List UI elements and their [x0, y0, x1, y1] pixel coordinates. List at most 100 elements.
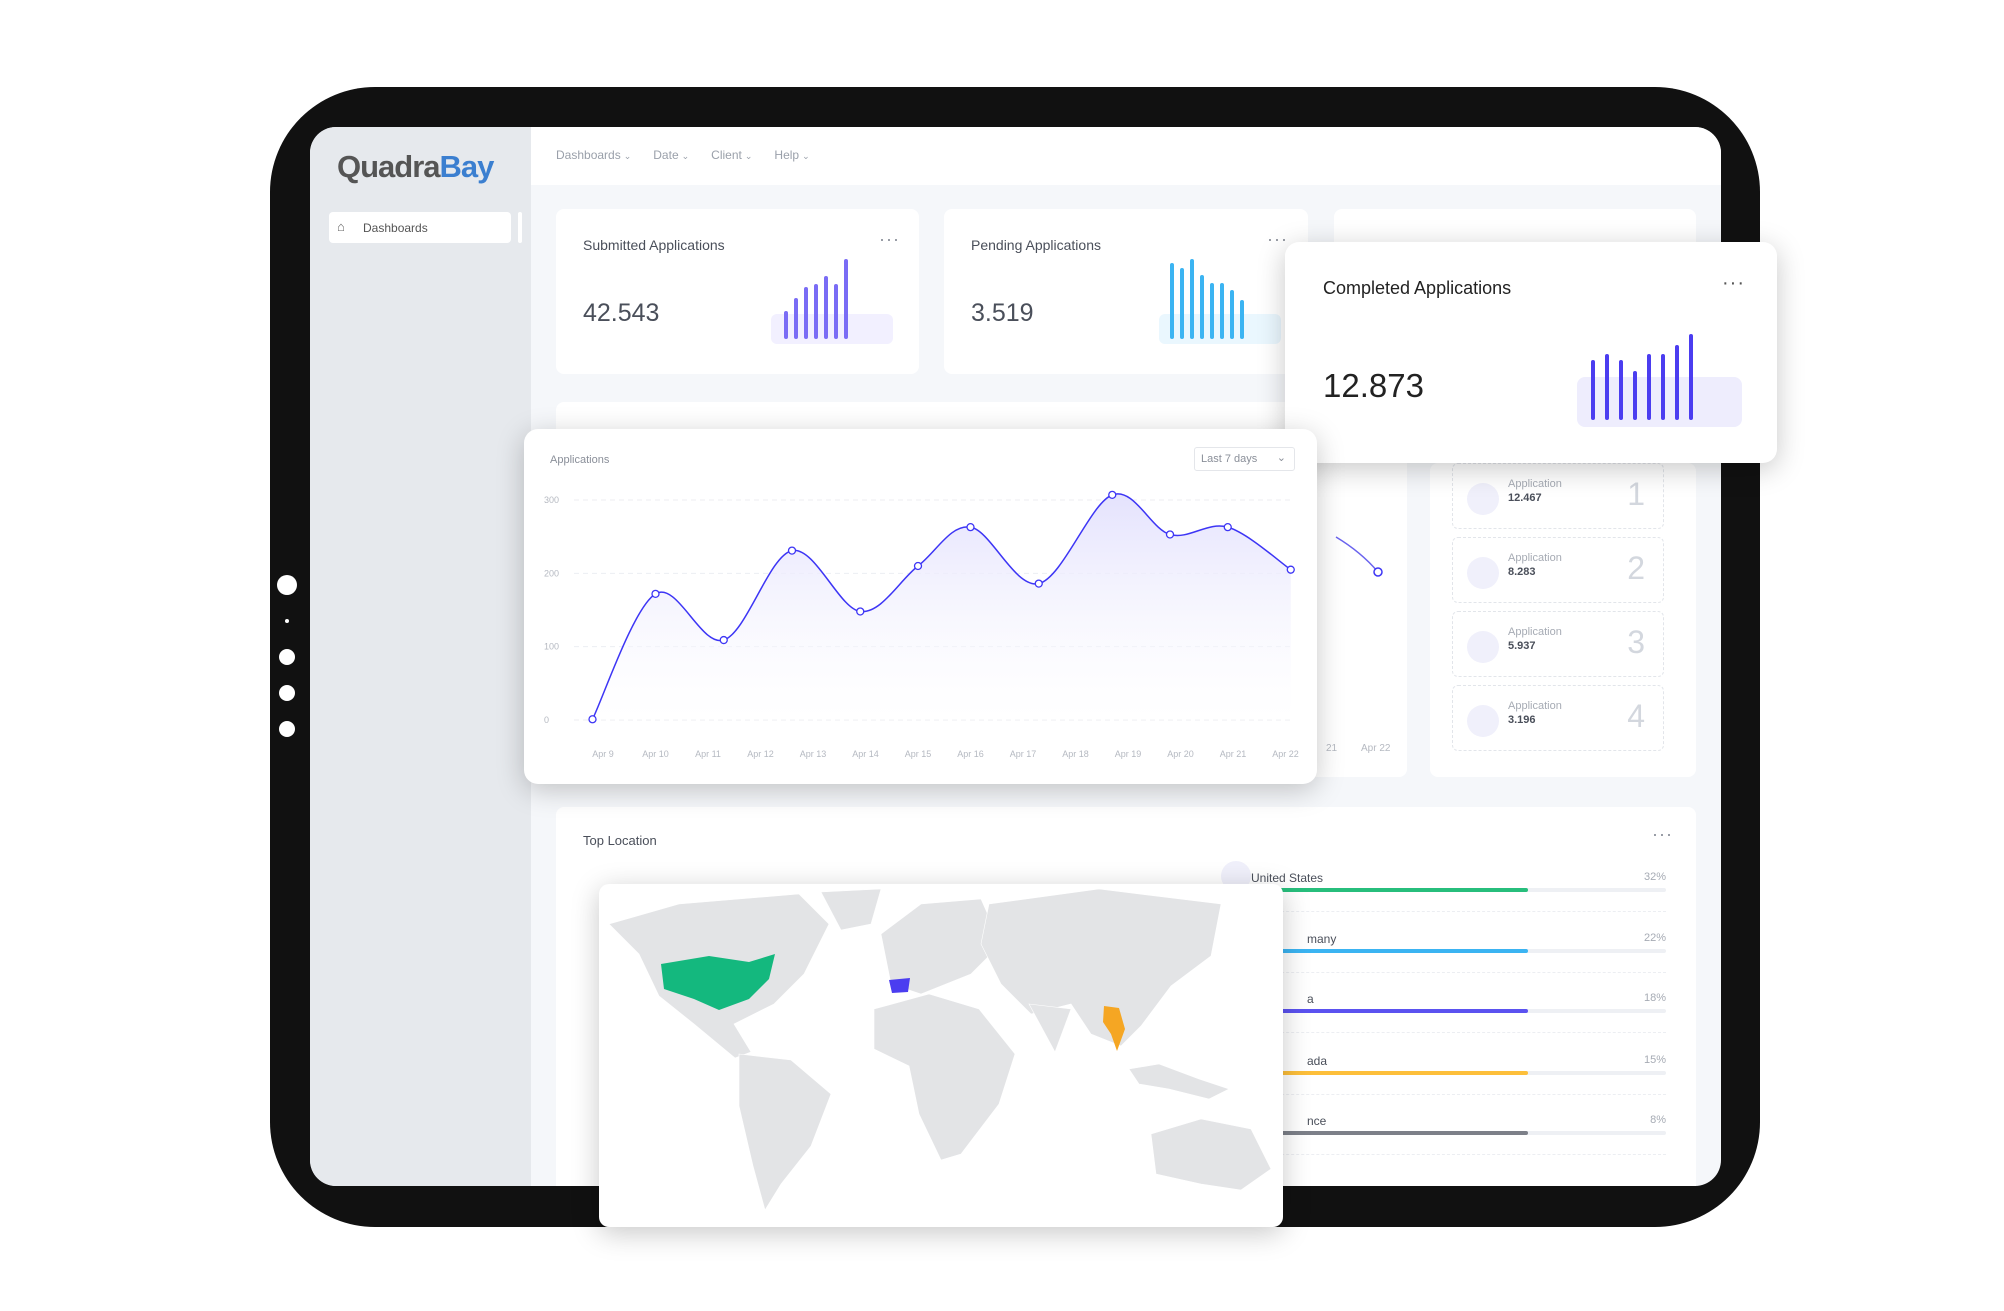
- map-africa: [873, 993, 1016, 1161]
- divider: [1256, 972, 1666, 973]
- sparkline-bar: [1689, 334, 1693, 420]
- logo[interactable]: QuadraBay: [337, 149, 494, 185]
- carousel-dot[interactable]: [279, 685, 295, 701]
- carousel-dot[interactable]: [279, 721, 295, 737]
- chevron-down-icon: ⌄: [623, 151, 632, 161]
- sparkline-bar: [844, 259, 848, 339]
- sparkline-bar: [1605, 354, 1609, 420]
- stat-value: 12.873: [1323, 367, 1424, 404]
- stat-card-pending: Pending Applications ··· 3.519: [944, 209, 1308, 374]
- sparkline-bars: [1591, 334, 1693, 420]
- sparkline-bar: [1240, 300, 1244, 339]
- item-rank: 2: [1627, 550, 1645, 586]
- y-tick-label: 100: [544, 642, 559, 652]
- carousel-dot[interactable]: [279, 649, 295, 665]
- nav-label: Client: [711, 148, 742, 162]
- x-tick-label: Apr 21: [1220, 749, 1247, 759]
- nav-label: Help: [774, 148, 800, 162]
- list-item[interactable]: Application 12.467 1: [1452, 463, 1664, 529]
- map-asia: [980, 888, 1222, 1047]
- divider: [1256, 1154, 1666, 1155]
- stat-card-submitted: Submitted Applications ··· 42.543: [556, 209, 919, 374]
- item-label: Application: [1508, 700, 1562, 712]
- sidebar-item-label: Dashboards: [363, 221, 428, 235]
- more-icon[interactable]: ···: [1652, 824, 1673, 845]
- carousel-dot-small: [285, 619, 289, 623]
- area-fill: [592, 493, 1291, 720]
- panel-title: Top Location: [583, 833, 657, 848]
- y-tick-label: 200: [544, 568, 559, 578]
- x-tick-label: Apr 19: [1115, 749, 1142, 759]
- sidebar-item-dashboards[interactable]: ⌂ Dashboards: [329, 212, 511, 243]
- location-percent: 15%: [1643, 1054, 1666, 1066]
- sparkline-bar: [1220, 283, 1224, 339]
- sparkline-bar: [1647, 354, 1651, 420]
- data-point: [1034, 579, 1043, 588]
- item-value: 3.196: [1508, 714, 1536, 726]
- x-tick-label: 21: [1326, 743, 1338, 754]
- sparkline-bar: [784, 310, 788, 339]
- map-spain: [889, 978, 910, 993]
- avatar: [1467, 557, 1499, 589]
- home-icon: ⌂: [337, 219, 345, 234]
- data-point: [856, 607, 865, 616]
- x-tick-label: Apr 10: [642, 749, 669, 759]
- list-item[interactable]: Application 3.196 4: [1452, 685, 1664, 751]
- item-rank: 3: [1627, 624, 1645, 660]
- sparkline-bar: [1210, 283, 1214, 339]
- sparkline-bar: [804, 286, 808, 339]
- avatar: [1467, 483, 1499, 515]
- carousel-dot[interactable]: [277, 575, 297, 595]
- sparkline-bar: [1230, 290, 1234, 339]
- nav-label: Dashboards: [556, 148, 621, 162]
- more-icon[interactable]: ···: [1267, 229, 1288, 250]
- data-point: [787, 546, 797, 555]
- location-percent: 22%: [1643, 932, 1666, 944]
- x-tick-label: Apr 22: [1272, 749, 1299, 759]
- data-point: [719, 635, 728, 645]
- sparkline-bar: [1170, 263, 1174, 339]
- progress-fill: [1256, 888, 1528, 892]
- x-tick-label: Apr 17: [1010, 749, 1037, 759]
- top-bar: Dashboards⌄ Date⌄ Client⌄ Help⌄ 3 3: [531, 127, 1721, 185]
- data-point: [1165, 530, 1175, 539]
- sparkline-bar: [1619, 360, 1623, 420]
- progress-fill: [1256, 1131, 1528, 1135]
- x-tick-label: Apr 13: [800, 749, 827, 759]
- sparkline-bar: [814, 283, 818, 339]
- applications-chart-card: Applications Last 7 days ⌄ 0 100 200 300 Apr…: [524, 429, 1317, 784]
- more-icon[interactable]: ···: [1722, 272, 1745, 295]
- x-tick-label: Apr 16: [957, 749, 984, 759]
- sparkline-bars: [784, 259, 848, 339]
- data-point: [966, 522, 975, 532]
- stat-value: 3.519: [971, 299, 1034, 327]
- item-label: Application: [1508, 626, 1562, 638]
- nav-client[interactable]: Client ⌄: [711, 148, 752, 162]
- line-chart: 0 100 200 300 Apr 9 Apr 10 Apr 11 Apr 12 Apr 13 A…: [544, 490, 1299, 759]
- nav-date[interactable]: Date ⌄: [653, 148, 689, 162]
- data-point: [1223, 522, 1232, 532]
- sparkline-bar: [794, 297, 798, 339]
- list-item[interactable]: Application 5.937 3: [1452, 611, 1664, 677]
- map-india: [1028, 1003, 1072, 1053]
- stat-value: 42.543: [583, 299, 660, 327]
- sparkline-bar: [1180, 268, 1184, 339]
- nav-dashboards[interactable]: Dashboards ⌄: [556, 148, 631, 162]
- y-tick-label: 0: [544, 715, 549, 725]
- x-tick-label: Apr 9: [592, 749, 614, 759]
- chevron-down-icon: ⌄: [681, 151, 690, 161]
- item-label: Application: [1508, 478, 1562, 490]
- nav-help[interactable]: Help ⌄: [774, 148, 809, 162]
- sparkline-bar: [1190, 259, 1194, 339]
- data-point: [1108, 490, 1117, 500]
- sidebar-scrollbar[interactable]: [518, 212, 522, 243]
- divider: [1256, 911, 1666, 912]
- more-icon[interactable]: ···: [879, 229, 900, 250]
- location-name: a: [1307, 992, 1314, 1006]
- sparkline-bar: [834, 283, 838, 339]
- y-tick-label: 300: [544, 495, 559, 505]
- location-percent: 18%: [1643, 992, 1666, 1004]
- progress-fill: [1256, 1071, 1528, 1075]
- list-item[interactable]: Application 8.283 2: [1452, 537, 1664, 603]
- location-percent: 32%: [1643, 871, 1666, 883]
